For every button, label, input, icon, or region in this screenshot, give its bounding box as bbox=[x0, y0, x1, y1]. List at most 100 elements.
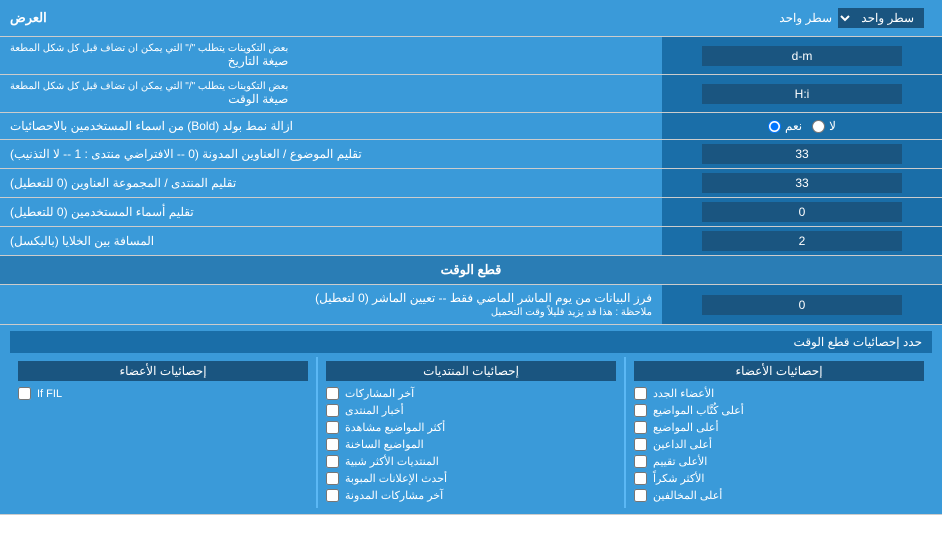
bold-label-cell: ازالة نمط بولد (Bold) من اسماء المستخدمي… bbox=[0, 113, 662, 139]
list-item[interactable]: الأكثر شكراً bbox=[634, 470, 924, 487]
forum-group-input[interactable] bbox=[702, 173, 902, 193]
checkbox-label: المنتديات الأكثر شبية bbox=[345, 455, 439, 468]
checkbox-input[interactable] bbox=[634, 387, 647, 400]
forum-address-row: تقليم الموضوع / العناوين المدونة (0 -- ا… bbox=[0, 140, 942, 169]
checkbox-col-members: إحصائيات الأعضاء الأعضاء الجدد أعلى كُتَ… bbox=[626, 357, 932, 508]
forum-address-label: تقليم الموضوع / العناوين المدونة (0 -- ا… bbox=[10, 147, 362, 161]
time-format-row: بعض التكوينات يتطلب "/" التي يمكن ان تضا… bbox=[0, 75, 942, 113]
cell-spacing-input[interactable] bbox=[702, 231, 902, 251]
checkbox-input[interactable] bbox=[326, 455, 339, 468]
forum-group-row: تقليم المنتدى / المجموعة العناوين (0 للت… bbox=[0, 169, 942, 198]
checkbox-input[interactable] bbox=[326, 404, 339, 417]
checkbox-label-fil: If FIL bbox=[37, 388, 62, 400]
display-select[interactable]: سطر واحد سطرين ثلاثة أسطر bbox=[838, 8, 924, 28]
radio-yes[interactable]: نعم bbox=[768, 119, 802, 133]
username-trim-row: تقليم أسماء المستخدمين (0 للتعطيل) bbox=[0, 198, 942, 227]
checkbox-label: الأعلى تقييم bbox=[653, 455, 707, 468]
date-format-row: بعض التكوينات يتطلب "/" التي يمكن ان تضا… bbox=[0, 37, 942, 75]
time-format-input-cell[interactable] bbox=[662, 75, 942, 112]
cell-spacing-label-cell: المسافة بين الخلايا (بالبكسل) bbox=[0, 227, 662, 255]
time-cut-input-cell[interactable] bbox=[662, 285, 942, 324]
radio-no[interactable]: لا bbox=[812, 119, 836, 133]
list-item[interactable]: أخبار المنتدى bbox=[326, 402, 616, 419]
list-item[interactable]: أعلى المواضيع bbox=[634, 419, 924, 436]
checkbox-input[interactable] bbox=[18, 387, 31, 400]
checkbox-label: آخر مشاركات المدونة bbox=[345, 489, 443, 502]
checkbox-input[interactable] bbox=[634, 421, 647, 434]
page-title: العرض bbox=[10, 10, 47, 26]
list-item[interactable]: أعلى كُتَّاب المواضيع bbox=[634, 402, 924, 419]
checkbox-label: أعلى الداعين bbox=[653, 438, 712, 451]
username-trim-input-cell[interactable] bbox=[662, 198, 942, 226]
checkbox-col-forums: إحصائيات المنتديات آخر المشاركات أخبار ا… bbox=[318, 357, 624, 508]
checkbox-col-extra-header: إحصائيات الأعضاء bbox=[18, 361, 308, 381]
bold-label: ازالة نمط بولد (Bold) من اسماء المستخدمي… bbox=[10, 119, 293, 133]
list-item[interactable]: الأعضاء الجدد bbox=[634, 385, 924, 402]
list-item[interactable]: آخر المشاركات bbox=[326, 385, 616, 402]
checkbox-label: أخبار المنتدى bbox=[345, 404, 404, 417]
checkbox-label: الأكثر شكراً bbox=[653, 472, 704, 485]
forum-group-label: تقليم المنتدى / المجموعة العناوين (0 للت… bbox=[10, 176, 236, 190]
bold-remove-row: لا نعم ازالة نمط بولد (Bold) من اسماء ال… bbox=[0, 113, 942, 140]
checkbox-section-title: حدد إحصائيات قطع الوقت bbox=[794, 335, 922, 349]
checkbox-input[interactable] bbox=[326, 387, 339, 400]
forum-group-input-cell[interactable] bbox=[662, 169, 942, 197]
time-cut-label-cell: فرز البيانات من يوم الماشر الماضي فقط --… bbox=[0, 285, 662, 324]
checkbox-label: الأعضاء الجدد bbox=[653, 387, 714, 400]
list-item[interactable]: آخر مشاركات المدونة bbox=[326, 487, 616, 504]
list-item[interactable]: أحدث الإعلانات المبوبة bbox=[326, 470, 616, 487]
radio-no-label: لا bbox=[829, 119, 836, 133]
main-container: سطر واحد سطرين ثلاثة أسطر سطر واحد العرض… bbox=[0, 0, 942, 515]
header-row: سطر واحد سطرين ثلاثة أسطر سطر واحد العرض bbox=[0, 0, 942, 37]
checkbox-label: أعلى المخالفين bbox=[653, 489, 722, 502]
time-format-label: صيغة الوقت bbox=[228, 92, 288, 106]
checkbox-input[interactable] bbox=[326, 472, 339, 485]
checkbox-col-members-header: إحصائيات الأعضاء bbox=[634, 361, 924, 381]
time-cut-row: فرز البيانات من يوم الماشر الماضي فقط --… bbox=[0, 285, 942, 325]
radio-no-input[interactable] bbox=[812, 120, 825, 133]
checkbox-label: أعلى كُتَّاب المواضيع bbox=[653, 404, 744, 417]
forum-address-input[interactable] bbox=[702, 144, 902, 164]
checkbox-label: أحدث الإعلانات المبوبة bbox=[345, 472, 447, 485]
checkbox-columns: إحصائيات الأعضاء الأعضاء الجدد أعلى كُتَ… bbox=[10, 357, 932, 508]
select-container[interactable]: سطر واحد سطرين ثلاثة أسطر سطر واحد bbox=[652, 4, 932, 32]
forum-address-input-cell[interactable] bbox=[662, 140, 942, 168]
list-item[interactable]: المنتديات الأكثر شبية bbox=[326, 453, 616, 470]
date-format-label: صيغة التاريخ bbox=[228, 54, 289, 68]
checkbox-col-extra: إحصائيات الأعضاء If FIL bbox=[10, 357, 316, 508]
list-item[interactable]: أكثر المواضيع مشاهدة bbox=[326, 419, 616, 436]
radio-yes-label: نعم bbox=[785, 119, 802, 133]
radio-yes-input[interactable] bbox=[768, 120, 781, 133]
checkbox-section-header: حدد إحصائيات قطع الوقت bbox=[10, 331, 932, 353]
username-trim-input[interactable] bbox=[702, 202, 902, 222]
forum-group-label-cell: تقليم المنتدى / المجموعة العناوين (0 للت… bbox=[0, 169, 662, 197]
time-cut-input[interactable] bbox=[702, 295, 902, 315]
checkbox-label: أعلى المواضيع bbox=[653, 421, 719, 434]
bold-radio-cell[interactable]: لا نعم bbox=[662, 113, 942, 139]
checkbox-input[interactable] bbox=[326, 421, 339, 434]
checkbox-input[interactable] bbox=[634, 404, 647, 417]
checkbox-input[interactable] bbox=[634, 472, 647, 485]
time-format-input[interactable] bbox=[702, 84, 902, 104]
list-item[interactable]: الأعلى تقييم bbox=[634, 453, 924, 470]
date-format-input[interactable] bbox=[702, 46, 902, 66]
forum-address-label-cell: تقليم الموضوع / العناوين المدونة (0 -- ا… bbox=[0, 140, 662, 168]
checkbox-label: المواضيع الساخنة bbox=[345, 438, 424, 451]
checkbox-input[interactable] bbox=[634, 489, 647, 502]
date-format-input-cell[interactable] bbox=[662, 37, 942, 74]
cell-spacing-input-cell[interactable] bbox=[662, 227, 942, 255]
checkbox-input[interactable] bbox=[634, 438, 647, 451]
checkbox-input[interactable] bbox=[326, 489, 339, 502]
select-label: سطر واحد bbox=[779, 11, 832, 25]
checkbox-input[interactable] bbox=[326, 438, 339, 451]
checkbox-section: حدد إحصائيات قطع الوقت إحصائيات الأعضاء … bbox=[0, 325, 942, 515]
checkbox-col-forums-header: إحصائيات المنتديات bbox=[326, 361, 616, 381]
list-item[interactable]: If FIL bbox=[18, 385, 308, 402]
list-item[interactable]: المواضيع الساخنة bbox=[326, 436, 616, 453]
checkbox-label: آخر المشاركات bbox=[345, 387, 414, 400]
list-item[interactable]: أعلى الداعين bbox=[634, 436, 924, 453]
checkbox-input[interactable] bbox=[634, 455, 647, 468]
username-trim-label-cell: تقليم أسماء المستخدمين (0 للتعطيل) bbox=[0, 198, 662, 226]
list-item[interactable]: أعلى المخالفين bbox=[634, 487, 924, 504]
username-trim-label: تقليم أسماء المستخدمين (0 للتعطيل) bbox=[10, 205, 194, 219]
